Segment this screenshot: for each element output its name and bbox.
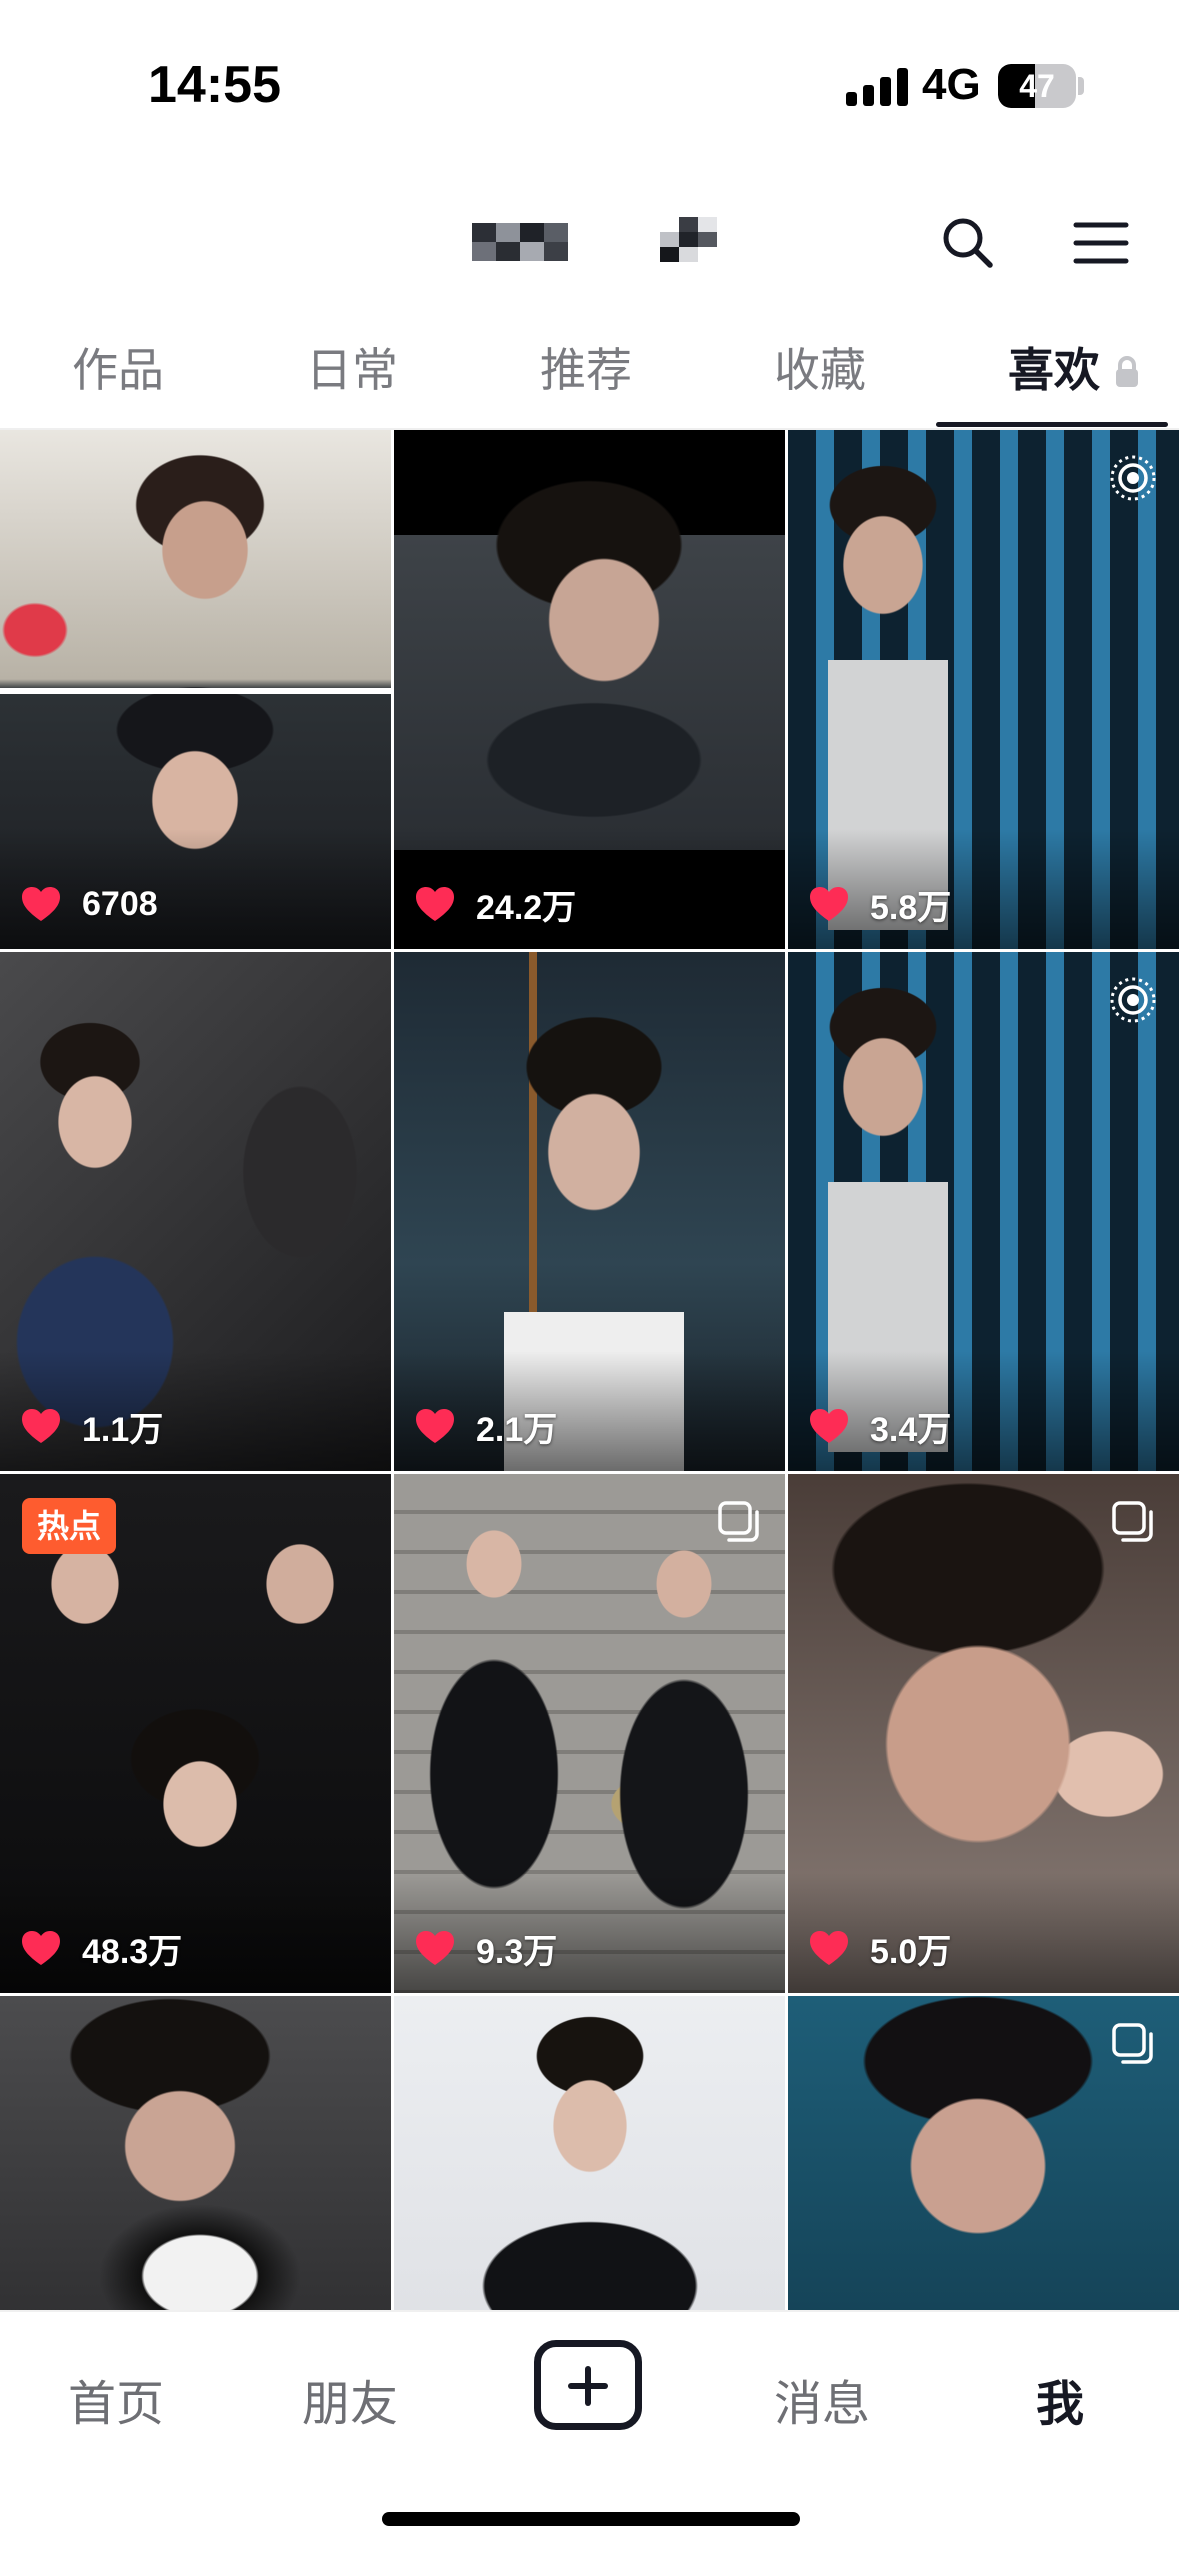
nav-messages[interactable]: 消息: [774, 2364, 870, 2434]
tab-recommend[interactable]: 推荐: [540, 320, 632, 430]
video-thumbnail[interactable]: 5.0万: [788, 1474, 1179, 1993]
like-count: 24.2万: [414, 881, 576, 927]
album-icon: [1111, 2022, 1155, 2066]
like-count: 5.8万: [808, 881, 951, 927]
video-thumbnail[interactable]: 6708: [0, 430, 391, 949]
menu-icon[interactable]: [1072, 217, 1130, 269]
video-thumbnail[interactable]: 9.3万: [394, 1474, 785, 1993]
video-thumbnail[interactable]: [394, 1996, 785, 2310]
like-count: 6708: [20, 881, 158, 927]
video-thumbnail[interactable]: 热点 48.3万: [0, 1474, 391, 1993]
live-photo-icon: [1109, 454, 1157, 502]
video-thumbnail[interactable]: [788, 1996, 1179, 2310]
like-count: 3.4万: [808, 1403, 951, 1449]
like-count: 1.1万: [20, 1403, 163, 1449]
status-bar: 14:55 4G 47: [0, 0, 1179, 175]
like-count: 2.1万: [414, 1403, 557, 1449]
album-icon: [717, 1500, 761, 1544]
heart-icon: [810, 887, 848, 921]
signal-icon: [846, 68, 908, 106]
video-thumbnail[interactable]: 3.4万: [788, 952, 1179, 1471]
status-time: 14:55: [148, 56, 281, 114]
like-count: 5.0万: [808, 1925, 951, 1971]
nav-me[interactable]: 我: [1036, 2364, 1084, 2434]
censored-avatar: [660, 217, 717, 263]
thumbnail-image: [0, 1996, 391, 2310]
heart-icon: [810, 1409, 848, 1443]
album-icon: [1111, 1500, 1155, 1544]
like-count: 48.3万: [20, 1925, 182, 1971]
tab-works[interactable]: 作品: [72, 320, 164, 430]
censored-username: [472, 223, 568, 261]
video-thumbnail[interactable]: 5.8万: [788, 430, 1179, 949]
tab-daily[interactable]: 日常: [306, 320, 398, 430]
thumbnail-image: [394, 1996, 785, 2310]
battery-icon: 47: [998, 64, 1076, 108]
heart-icon: [22, 1931, 60, 1965]
home-indicator: [382, 2512, 800, 2526]
battery-level: 47: [1019, 68, 1055, 104]
active-tab-indicator: [936, 422, 1168, 427]
heart-icon: [22, 887, 60, 921]
search-icon[interactable]: [938, 213, 998, 273]
heart-icon: [22, 1409, 60, 1443]
heart-icon: [416, 1409, 454, 1443]
network-type: 4G: [922, 60, 981, 109]
heart-icon: [416, 887, 454, 921]
tab-favorites[interactable]: 收藏: [774, 320, 866, 430]
battery-tip: [1078, 77, 1084, 95]
heart-icon: [416, 1931, 454, 1965]
video-thumbnail[interactable]: [0, 1996, 391, 2310]
profile-header: [0, 175, 1179, 315]
live-photo-icon: [1109, 976, 1157, 1024]
tab-likes[interactable]: 喜欢: [1008, 320, 1100, 430]
create-button[interactable]: [534, 2340, 642, 2430]
video-thumbnail[interactable]: 24.2万: [394, 430, 785, 949]
liked-videos-grid: 6708 24.2万 5.8万 1.1万 2.1万 3.4万 热点 48.3万 …: [0, 430, 1179, 2310]
video-thumbnail[interactable]: 1.1万: [0, 952, 391, 1471]
hot-badge: 热点: [22, 1498, 116, 1554]
nav-home[interactable]: 首页: [68, 2364, 164, 2434]
like-count: 9.3万: [414, 1925, 557, 1971]
lock-icon: [1114, 355, 1140, 389]
profile-tabs: 作品 日常 推荐 收藏 喜欢: [0, 320, 1179, 430]
video-thumbnail[interactable]: 2.1万: [394, 952, 785, 1471]
heart-icon: [810, 1931, 848, 1965]
nav-friends[interactable]: 朋友: [302, 2364, 398, 2434]
